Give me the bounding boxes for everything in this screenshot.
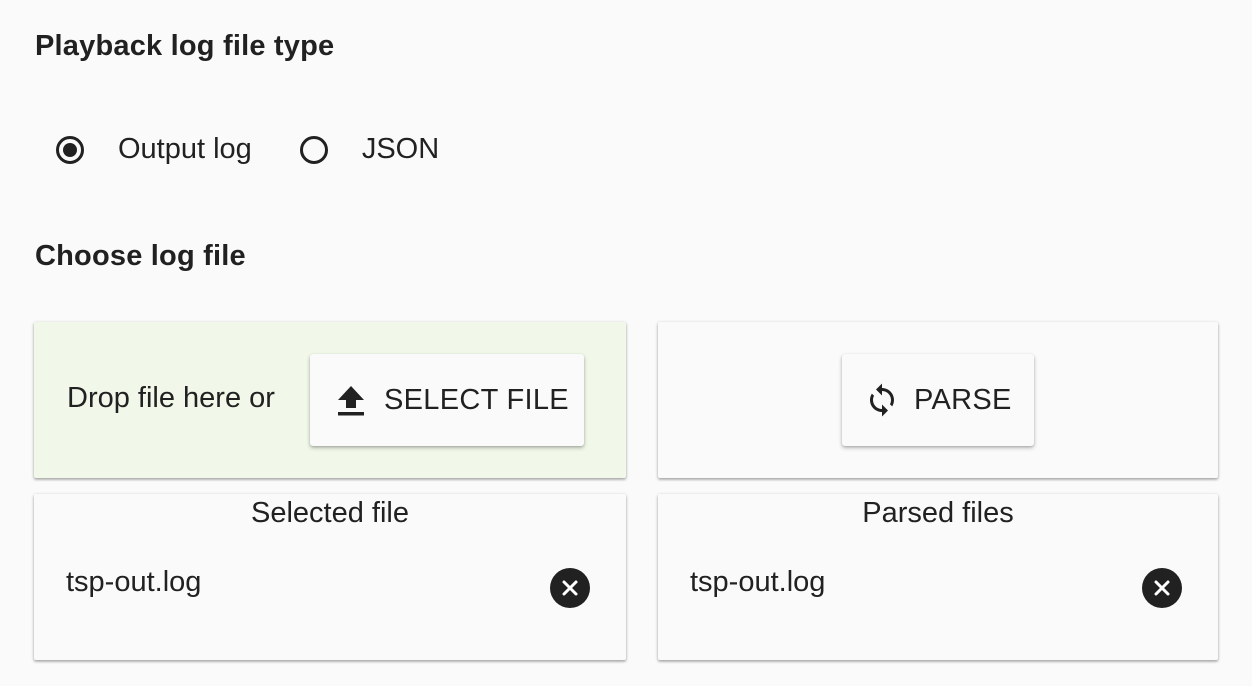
selected-file-panel: Selected file tsp-out.log bbox=[34, 494, 626, 660]
radio-unchecked-icon[interactable] bbox=[299, 135, 328, 164]
close-icon bbox=[1154, 580, 1170, 596]
radio-json[interactable]: JSON bbox=[299, 133, 439, 166]
select-file-label: SELECT FILE bbox=[384, 383, 569, 416]
drop-zone-text: Drop file here or bbox=[67, 382, 275, 414]
selected-file-header: Selected file bbox=[251, 497, 409, 529]
parsed-file-name: tsp-out.log bbox=[690, 566, 826, 598]
file-drop-zone[interactable]: Drop file here or SELECT FILE bbox=[34, 322, 626, 478]
remove-parsed-file-button[interactable] bbox=[1142, 568, 1182, 608]
parsed-files-header: Parsed files bbox=[862, 497, 1014, 529]
remove-selected-file-button[interactable] bbox=[550, 568, 590, 608]
close-icon bbox=[562, 580, 578, 596]
refresh-icon bbox=[870, 383, 894, 417]
choose-log-heading: Choose log file bbox=[35, 240, 246, 272]
parse-label: PARSE bbox=[914, 383, 1012, 416]
radio-output-log[interactable]: Output log bbox=[56, 133, 252, 166]
radio-json-label[interactable]: JSON bbox=[362, 133, 439, 166]
parse-button[interactable]: PARSE bbox=[842, 354, 1034, 446]
playback-type-heading: Playback log file type bbox=[35, 30, 335, 62]
parsed-files-panel: Parsed files tsp-out.log bbox=[658, 494, 1218, 660]
log-type-radio-group: Output log JSON bbox=[56, 133, 487, 166]
parse-panel: PARSE bbox=[658, 322, 1218, 478]
selected-file-name: tsp-out.log bbox=[66, 566, 202, 598]
select-file-button[interactable]: SELECT FILE bbox=[310, 354, 584, 446]
upload-icon bbox=[338, 386, 364, 416]
radio-checked-icon[interactable] bbox=[56, 135, 84, 164]
radio-output-log-label[interactable]: Output log bbox=[118, 133, 252, 166]
